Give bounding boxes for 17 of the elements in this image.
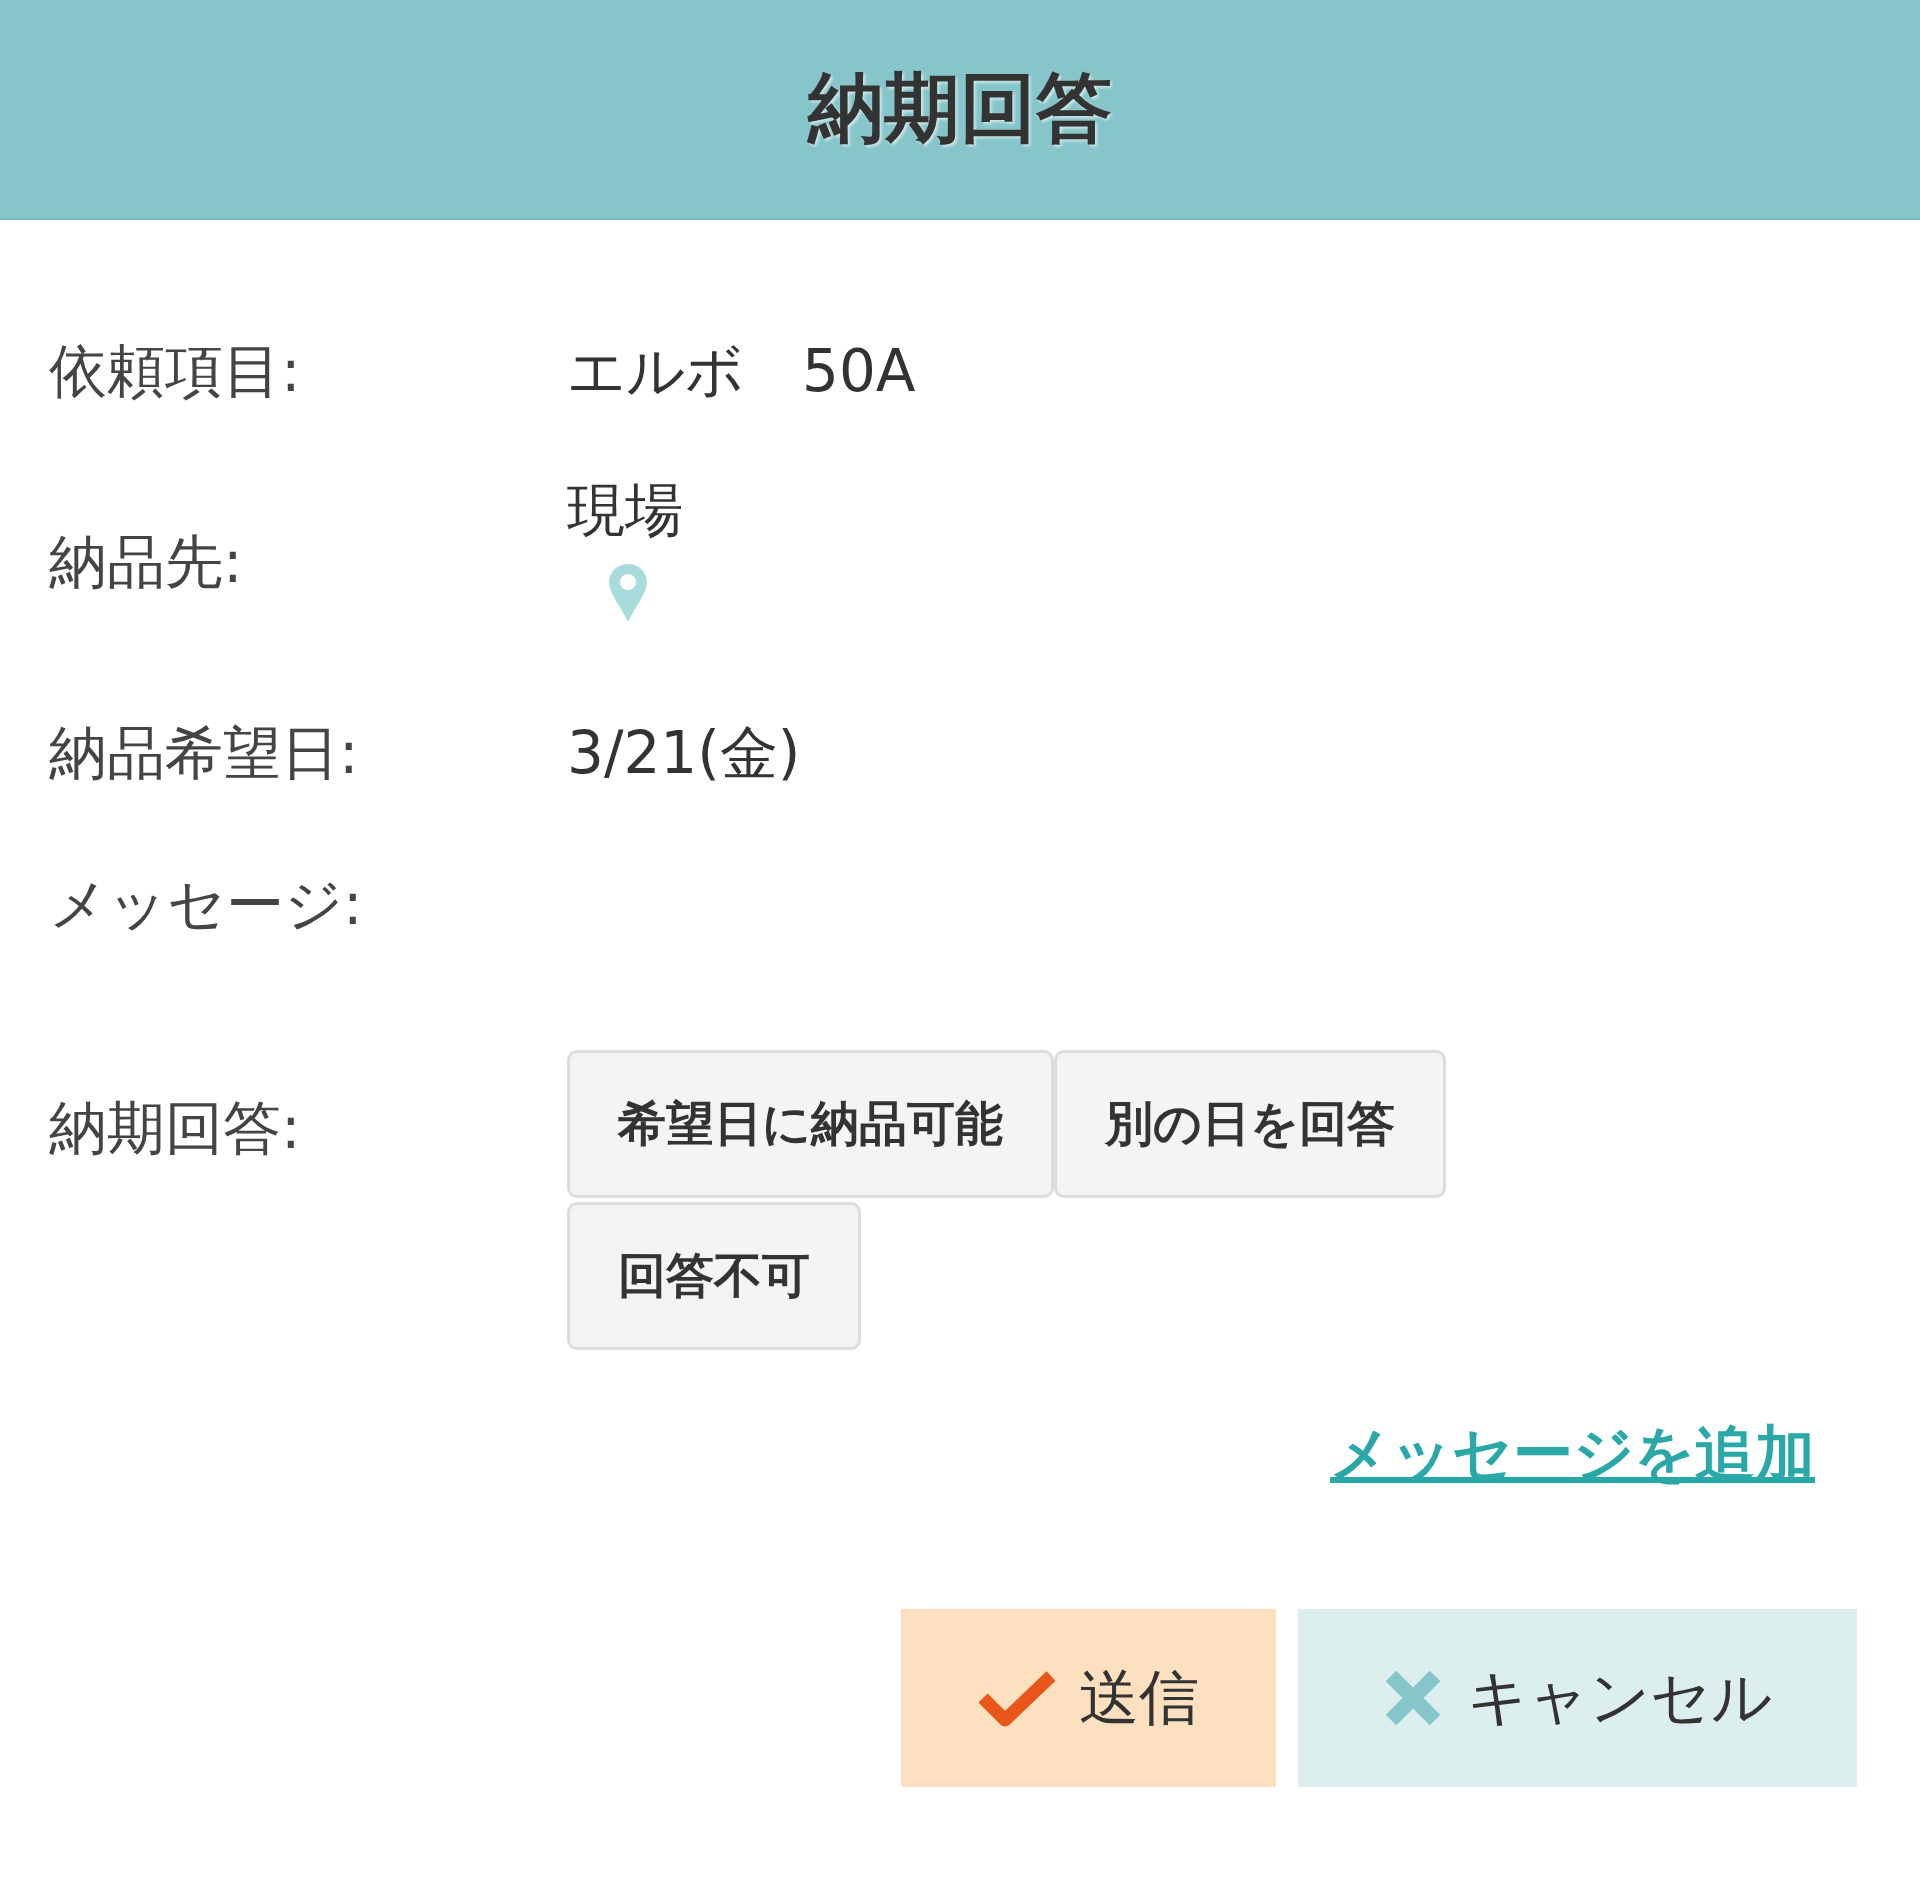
field-label: 依頼項目: — [49, 336, 302, 407]
field-label: メッセージ: — [49, 869, 364, 940]
checkmark-icon — [978, 1668, 1055, 1728]
field-value: 現場 — [567, 475, 683, 546]
close-icon — [1383, 1668, 1443, 1728]
field-label: 納品先: — [49, 527, 244, 598]
field-value: 3/21(金) — [567, 718, 801, 789]
cancel-button[interactable]: キャンセル — [1298, 1609, 1857, 1787]
answer-option-button[interactable]: 希望日に納品可能 — [567, 1050, 1054, 1198]
answer-option-button[interactable]: 回答不可 — [567, 1202, 861, 1350]
field-label: 納期回答: — [49, 1093, 302, 1164]
field-label: 納品希望日: — [49, 718, 360, 789]
dialog-title: 納期回答 — [808, 61, 1112, 154]
answer-option-button[interactable]: 別の日を回答 — [1054, 1050, 1446, 1198]
send-button[interactable]: 送信 — [901, 1609, 1276, 1787]
field-value: エルボ 50A — [567, 336, 916, 407]
location-pin-icon — [607, 562, 649, 624]
